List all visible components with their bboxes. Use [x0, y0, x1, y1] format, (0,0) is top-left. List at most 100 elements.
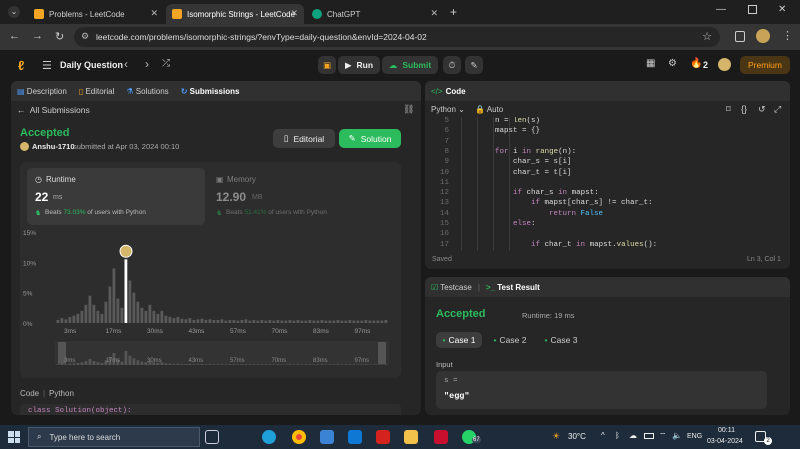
reset-code-icon[interactable]: ↺ — [758, 104, 766, 115]
close-window-button[interactable]: ✕ — [778, 4, 786, 15]
code-line[interactable]: if char_s in mapst: — [459, 189, 599, 197]
tab-description[interactable]: ▤ Description — [17, 87, 67, 96]
maximize-button[interactable] — [748, 5, 757, 14]
forward-arrow-icon[interactable]: → — [32, 30, 43, 42]
code-line[interactable]: if mapst[char_s] != char_t: — [459, 199, 653, 207]
bookmark-icon[interactable]: ⌑ — [726, 104, 731, 115]
daily-question-title[interactable]: Daily Question — [60, 60, 123, 70]
link-icon[interactable]: ⛓ — [403, 104, 414, 115]
all-submissions-link[interactable]: ← All Submissions — [17, 105, 90, 115]
next-problem-icon[interactable]: › — [145, 57, 149, 71]
mail-icon[interactable] — [348, 430, 362, 444]
url-field[interactable]: ⚙ leetcode.com/problems/isomorphic-strin… — [74, 27, 720, 47]
code-line[interactable]: char_t = t[i] — [459, 169, 572, 177]
language-indicator[interactable]: ENG — [687, 433, 702, 440]
tab-submissions[interactable]: ↻ Submissions — [181, 87, 240, 96]
tab-isomorphic-strings[interactable]: Isomorphic Strings - LeetCode ✕ — [166, 4, 304, 24]
minimize-button[interactable]: — — [716, 4, 726, 15]
case-1-button[interactable]: • Case 1 — [436, 332, 482, 348]
leetcode-logo-icon[interactable]: ℓ — [18, 58, 24, 73]
editorial-button[interactable]: ▯ Editorial — [273, 129, 335, 148]
description-icon: ▤ — [17, 86, 25, 96]
tab-testcase[interactable]: ☑ Testcase — [431, 283, 472, 292]
runtime-distribution-chart[interactable]: 15% 10% 5% 0% 3ms 17ms 30ms 43ms 57ms 70ms 83ms 97m… — [20, 228, 401, 374]
code-line[interactable]: n = len(s) — [459, 117, 540, 125]
chrome-icon[interactable] — [292, 430, 306, 444]
tab-chatgpt[interactable]: ChatGPT ✕ — [306, 4, 444, 24]
clock-time[interactable]: 00:11 — [718, 427, 735, 434]
temperature[interactable]: 30°C — [568, 432, 586, 441]
file-explorer-icon[interactable] — [404, 430, 418, 444]
runtime-box[interactable]: ◷ Runtime 22 ms ♞ Beats 73.03% of users … — [27, 168, 205, 225]
fullscreen-icon[interactable]: ⤢ — [774, 104, 781, 115]
onedrive-icon[interactable]: ☁ — [629, 431, 637, 440]
mini-bar — [140, 361, 144, 365]
code-line[interactable]: return False — [459, 210, 603, 218]
close-tab-icon[interactable]: ✕ — [290, 8, 298, 19]
code-line[interactable]: char_s = s[i] — [459, 158, 572, 166]
site-info-icon[interactable]: ⚙ — [81, 31, 89, 42]
new-tab-button[interactable]: + — [450, 5, 457, 19]
submit-button[interactable]: ☁ Submit — [382, 56, 438, 74]
debugger-button[interactable]: ▣ — [318, 56, 336, 74]
windows-start-icon[interactable] — [8, 431, 20, 443]
wifi-icon[interactable]: ⌔ — [659, 431, 667, 441]
code-line[interactable]: mapst = {} — [459, 127, 540, 135]
task-view-icon[interactable] — [205, 430, 219, 444]
run-button[interactable]: ▶ Run — [338, 56, 380, 74]
acrobat-icon[interactable] — [376, 430, 390, 444]
mcafee-icon[interactable] — [434, 430, 448, 444]
settings-gear-icon[interactable]: ⚙ — [668, 58, 677, 69]
bookmark-star-icon[interactable]: ☆ — [702, 30, 712, 43]
memory-unit: MB — [252, 194, 263, 201]
histogram-bar — [64, 319, 68, 323]
code-line[interactable]: else: — [459, 220, 536, 228]
clock-date[interactable]: 03-04-2024 — [707, 438, 743, 445]
problem-list-icon[interactable]: ☰ — [42, 59, 52, 72]
tab-solutions[interactable]: ⚗ Solutions — [126, 87, 168, 96]
case-3-button[interactable]: • Case 3 — [538, 332, 584, 348]
shuffle-icon[interactable]: ⤮ — [162, 58, 170, 69]
code-line[interactable]: if char_t in mapst.values(): — [459, 241, 657, 249]
histogram-bar — [344, 320, 348, 323]
weather-icon[interactable]: ☀ — [552, 431, 560, 442]
tab-editorial[interactable]: ▯ Editorial — [79, 87, 115, 96]
mini-bar — [128, 355, 132, 365]
tab-search-icon[interactable]: ⌄ — [8, 6, 20, 18]
code-line[interactable]: for i in range(n): — [459, 148, 576, 156]
profile-avatar[interactable] — [756, 29, 770, 43]
edge-icon[interactable] — [262, 430, 276, 444]
mini-bar — [248, 364, 252, 365]
taskbar-search-box[interactable]: ⌕ Type here to search — [28, 427, 200, 447]
store-icon[interactable] — [320, 430, 334, 444]
tab-test-result[interactable]: >_ Test Result — [486, 283, 540, 292]
language-select[interactable]: Python ⌄ — [431, 105, 465, 114]
battery-icon[interactable] — [644, 433, 654, 439]
close-tab-icon[interactable]: ✕ — [430, 8, 438, 19]
submitter-name[interactable]: Anshu-1710 — [32, 142, 75, 151]
streak-fire-icon[interactable]: 🔥 — [690, 58, 702, 69]
solution-button[interactable]: ✎ Solution — [339, 129, 401, 148]
close-tab-icon[interactable]: ✕ — [150, 8, 158, 19]
format-code-icon[interactable]: {} — [741, 104, 747, 114]
code-area[interactable]: 5 n = len(s) 6 mapst = {} 7 8 for i in rang… — [425, 117, 790, 251]
menu-icon[interactable]: ⋮ — [782, 29, 793, 42]
autocomplete-toggle[interactable]: 🔒 Auto — [475, 105, 503, 114]
pass-dot-icon: • — [442, 335, 446, 345]
tab-code[interactable]: Code — [446, 87, 466, 96]
case-2-button[interactable]: • Case 2 — [487, 332, 533, 348]
bluetooth-icon[interactable]: ᛒ — [615, 431, 620, 440]
reload-icon[interactable]: ↻ — [55, 30, 64, 43]
layout-icon[interactable]: ▦ — [646, 58, 655, 69]
sidepanel-icon[interactable] — [735, 31, 745, 42]
volume-icon[interactable]: 🔈 — [672, 431, 682, 440]
tray-chevron-icon[interactable]: ^ — [601, 431, 605, 440]
memory-box[interactable]: ▣ Memory 12.90 MB ♞ Beats 51.41% of user… — [212, 168, 394, 225]
premium-button[interactable]: Premium — [740, 56, 790, 74]
prev-problem-icon[interactable]: ‹ — [124, 57, 128, 71]
timer-icon[interactable]: ⏱ — [443, 56, 461, 74]
back-arrow-icon[interactable]: ← — [9, 30, 20, 42]
notes-icon[interactable]: ✎ — [465, 56, 483, 74]
tab-problems[interactable]: Problems - LeetCode ✕ — [28, 4, 164, 24]
user-avatar[interactable] — [718, 58, 731, 71]
